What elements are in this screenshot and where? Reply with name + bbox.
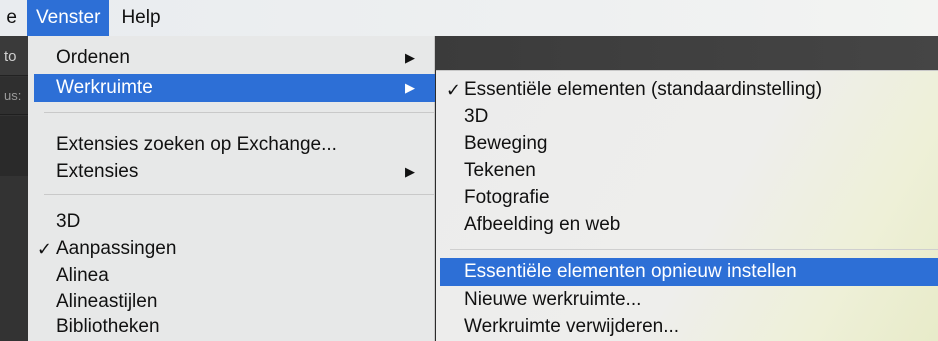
app-panel-left: to us: xyxy=(0,36,30,341)
submenu-item-label: Fotografie xyxy=(464,187,550,208)
menubar-item-venster[interactable]: Venster xyxy=(27,0,110,36)
menubar-item-help[interactable]: Help xyxy=(109,0,169,36)
menu-item-werkruimte[interactable]: Werkruimte ▶ xyxy=(34,74,435,102)
menu-bar: e Venster Help xyxy=(0,0,938,36)
menu-item-3d[interactable]: 3D xyxy=(28,208,435,236)
menu-item-extensies[interactable]: Extensies ▶ xyxy=(28,158,435,186)
submenu-item-label: Werkruimte verwijderen... xyxy=(464,316,680,337)
checkmark-icon: ✓ xyxy=(445,79,461,100)
menu-separator xyxy=(44,112,435,113)
app-panel-band xyxy=(0,116,30,176)
menubar-item-venster-label: Venster xyxy=(36,7,101,28)
submenu-item-label: Nieuwe werkruimte... xyxy=(464,289,642,310)
menu-item-label: Ordenen xyxy=(56,47,130,68)
menubar-item-help-label: Help xyxy=(121,7,161,28)
submenu-item-werkruimte-verwijderen[interactable]: Werkruimte verwijderen... xyxy=(436,313,938,341)
menu-item-bibliotheken[interactable]: Bibliotheken xyxy=(28,313,435,341)
checkmark-icon: ✓ xyxy=(36,238,52,259)
submenu-item-essentiele-elementen[interactable]: ✓ Essentiële elementen (standaardinstell… xyxy=(436,76,938,104)
submenu-arrow-icon: ▶ xyxy=(405,164,415,179)
menu-item-label: Alineastijlen xyxy=(56,291,158,312)
submenu-arrow-icon: ▶ xyxy=(405,50,415,65)
submenu-item-afbeelding-en-web[interactable]: Afbeelding en web xyxy=(436,211,938,239)
menu-item-ordenen[interactable]: Ordenen ▶ xyxy=(28,44,435,72)
menu-item-label: Alinea xyxy=(56,265,109,286)
submenu-item-nieuwe-werkruimte[interactable]: Nieuwe werkruimte... xyxy=(436,286,938,314)
menu-item-label: Extensies xyxy=(56,161,139,182)
menubar-item-partial-label: e xyxy=(6,7,17,28)
app-background xyxy=(435,36,938,70)
submenu-item-tekenen[interactable]: Tekenen xyxy=(436,157,938,185)
submenu-item-label: Essentiële elementen (standaardinstellin… xyxy=(464,79,823,100)
werkruimte-submenu: ✓ Essentiële elementen (standaardinstell… xyxy=(436,70,938,341)
menu-item-alinea[interactable]: Alinea xyxy=(28,262,435,290)
menu-separator xyxy=(450,249,938,250)
submenu-item-label: 3D xyxy=(464,106,489,127)
menu-item-alineastijlen[interactable]: Alineastijlen xyxy=(28,288,435,316)
menu-item-label: Aanpassingen xyxy=(56,238,177,259)
submenu-item-reset-essentials[interactable]: Essentiële elementen opnieuw instellen xyxy=(440,258,938,286)
submenu-arrow-icon: ▶ xyxy=(405,80,415,95)
menu-item-label: Werkruimte xyxy=(56,77,153,98)
submenu-item-label: Tekenen xyxy=(464,160,536,181)
submenu-item-label: Essentiële elementen opnieuw instellen xyxy=(464,261,797,282)
menu-item-extensies-zoeken[interactable]: Extensies zoeken op Exchange... xyxy=(28,131,435,159)
submenu-item-3d[interactable]: 3D xyxy=(436,103,938,131)
menubar-item-partial[interactable]: e xyxy=(0,0,17,36)
submenu-item-label: Afbeelding en web xyxy=(464,214,621,235)
submenu-item-fotografie[interactable]: Fotografie xyxy=(436,184,938,212)
menu-item-label: 3D xyxy=(56,211,81,232)
menu-separator xyxy=(44,194,435,195)
menu-item-aanpassingen[interactable]: ✓ Aanpassingen xyxy=(28,235,435,263)
app-panel-text-fragment: us: xyxy=(4,88,22,103)
menu-item-label: Extensies zoeken op Exchange... xyxy=(56,134,337,155)
venster-menu: Ordenen ▶ Werkruimte ▶ Extensies zoeken … xyxy=(28,36,435,341)
submenu-item-label: Beweging xyxy=(464,133,548,154)
submenu-item-beweging[interactable]: Beweging xyxy=(436,130,938,158)
menu-item-label: Bibliotheken xyxy=(56,316,160,337)
app-panel-text-fragment: to xyxy=(4,48,17,65)
